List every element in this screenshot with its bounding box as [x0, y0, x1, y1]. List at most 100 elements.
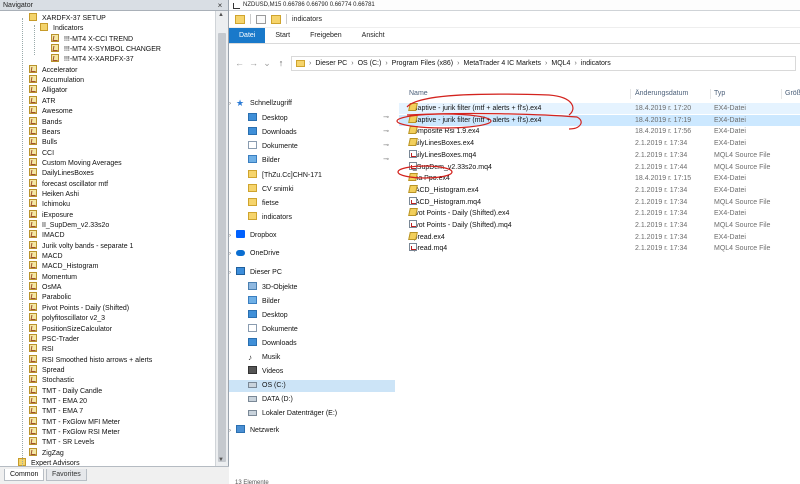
sidebar-item[interactable]: CV snimki	[240, 184, 294, 196]
tree-item[interactable]: PSC-Trader	[29, 333, 79, 344]
tab-common[interactable]: Common	[4, 469, 45, 481]
scroll-up-icon[interactable]: ▲	[218, 12, 224, 18]
tree-item[interactable]: Ichimoku	[29, 199, 70, 209]
tree-item[interactable]: XARDFX-37 SETUP	[29, 13, 106, 23]
sidebar-item[interactable]: fietse	[240, 198, 279, 210]
tree-item[interactable]: DailyLinesBoxes	[29, 168, 94, 178]
scroll-thumb[interactable]	[218, 33, 226, 462]
recent-dropdown-icon[interactable]: ⌄	[263, 58, 271, 69]
file-row[interactable]: DailyLinesBoxes.ex4 2.1.2019 г. 17:34 EX4-…	[399, 138, 800, 149]
sidebar-item[interactable]: Desktop	[240, 310, 288, 322]
tree-item[interactable]: ZigZag	[29, 447, 64, 458]
file-row[interactable]: Adaptive - jurik filter (mtf + alerts + …	[399, 114, 800, 126]
tree-item[interactable]: forecast oscillator mtf	[29, 178, 108, 189]
tree-item[interactable]: RSI Smoothed histo arrows + alerts	[29, 354, 152, 365]
new-folder-icon[interactable]	[271, 14, 281, 24]
breadcrumb-item[interactable]: Program Files (x86)	[392, 60, 453, 67]
breadcrumb-item[interactable]: MQL4	[551, 60, 570, 67]
chevron-right-icon[interactable]: ›	[229, 98, 236, 110]
sidebar-item[interactable]: Dokumente	[240, 141, 298, 153]
file-row[interactable]: Pivot Points - Daily (Shifted).ex4 2.1.20…	[399, 208, 800, 219]
tab-ansicht[interactable]: Ansicht	[352, 28, 395, 43]
tree-item[interactable]: !!!-MT4 X-XARDFX-37	[51, 54, 134, 64]
tree-item[interactable]: OsMA	[29, 282, 61, 292]
sidebar-item[interactable]: 3D-Objekte	[240, 282, 297, 294]
sidebar-item[interactable]: Bilder	[240, 155, 280, 167]
tree-item[interactable]: IMACD	[29, 230, 65, 240]
sidebar-item[interactable]: Downloads	[240, 338, 297, 350]
breadcrumb-item[interactable]: Dieser PC	[315, 60, 347, 67]
tree-item[interactable]: MACD	[29, 251, 63, 261]
tree-item[interactable]: II_SupDem_v2.33s2o	[29, 220, 109, 230]
tree-item[interactable]: Accelerator	[29, 64, 77, 75]
tree-item[interactable]: Momentum	[29, 271, 77, 282]
address-bar[interactable]: › Dieser PC › OS (C:) › Program Files (x86) › M…	[291, 55, 796, 71]
chevron-right-icon[interactable]: ›	[229, 267, 236, 279]
tree-item[interactable]: Custom Moving Averages	[29, 157, 122, 168]
sidebar-item[interactable]: › Dieser PC	[229, 267, 282, 279]
sidebar-item[interactable]: indicators	[240, 212, 292, 224]
chevron-right-icon[interactable]: ›	[229, 248, 236, 260]
file-row[interactable]: II_SupDem_v2.33s2o.mq4 2.1.2019 г. 17:44 M…	[399, 161, 800, 173]
sidebar-item[interactable]: [ThZu.Cc]CHN-171	[240, 170, 322, 182]
sidebar-item[interactable]: Desktop	[240, 113, 288, 125]
tree-item[interactable]: TMT - Daily Candle	[29, 385, 102, 396]
tab-favorites[interactable]: Favorites	[46, 469, 87, 481]
tree-item[interactable]: polyfitoscillator v2_3	[29, 313, 105, 323]
file-row[interactable]: Composite Rsi 1.9.ex4 18.4.2019 г. 17:56 E…	[399, 126, 800, 137]
file-row[interactable]: Spread.ex4 2.1.2019 г. 17:34 EX4-Datei	[399, 231, 800, 243]
tree-item[interactable]: ATR	[29, 95, 55, 106]
pin-icon[interactable]: ⊸	[383, 155, 389, 163]
close-icon[interactable]: ×	[215, 1, 225, 10]
column-name[interactable]: Name	[409, 88, 428, 100]
file-row[interactable]: Adaptive - jurik filter (mtf + alerts + …	[399, 103, 800, 114]
sidebar-item[interactable]: Downloads	[240, 127, 297, 139]
sidebar-item[interactable]: › ★ Schnellzugriff	[229, 98, 292, 110]
tree-item[interactable]: Spread	[29, 364, 65, 375]
sidebar-item[interactable]: Videos	[240, 366, 283, 378]
properties-icon[interactable]	[256, 14, 266, 24]
breadcrumb-separator-icon[interactable]: ›	[457, 60, 459, 67]
tab-datei[interactable]: Datei	[229, 28, 266, 43]
breadcrumb-item[interactable]: OS (C:)	[358, 60, 382, 67]
tree-item[interactable]: !!!-MT4 X-SYMBOL CHANGER	[51, 44, 161, 54]
tree-item[interactable]: TMT - FxGlow RSI Meter	[29, 427, 120, 437]
breadcrumb-separator-icon[interactable]: ›	[385, 60, 387, 67]
tree-item[interactable]: PositionSizeCalculator	[29, 323, 112, 334]
tree-item[interactable]: RSI	[29, 344, 54, 354]
tree-item[interactable]: iExposure	[29, 209, 73, 220]
tree-item[interactable]: Pivot Points - Daily (Shifted)	[29, 302, 129, 313]
column-type[interactable]: Typ	[714, 88, 725, 100]
tree-item[interactable]: Bands	[29, 116, 62, 127]
breadcrumb-item[interactable]: MetaTrader 4 IC Markets	[463, 60, 541, 67]
sidebar-item[interactable]: OS (C:)	[229, 380, 395, 392]
file-row[interactable]: Jma Ppo.ex4 18.4.2019 г. 17:15 EX4-Datei	[399, 173, 800, 184]
scroll-down-icon[interactable]: ▼	[218, 457, 224, 463]
tab-start[interactable]: Start	[265, 28, 300, 43]
file-row[interactable]: MACD_Histogram.ex4 2.1.2019 г. 17:34 EX4-D…	[399, 184, 800, 196]
sidebar-item[interactable]: › Netzwerk	[229, 425, 279, 437]
tree-item[interactable]: MACD_Histogram	[29, 261, 98, 271]
chevron-right-icon[interactable]: ›	[229, 425, 236, 437]
tree-item[interactable]: TMT - SR Levels	[29, 437, 94, 447]
sidebar-item[interactable]: ♪ Musik	[240, 352, 280, 364]
forward-arrow-icon[interactable]: →	[249, 58, 258, 68]
navigator-scrollbar[interactable]: ▲ ▼	[215, 11, 228, 466]
tree-item[interactable]: Parabolic	[29, 292, 71, 302]
tree-item[interactable]: Awesome	[29, 106, 73, 116]
breadcrumb-separator-icon[interactable]: ›	[574, 60, 576, 67]
chevron-right-icon[interactable]: ›	[229, 230, 236, 242]
tree-item[interactable]: Expert Advisors	[18, 458, 80, 466]
tree-item[interactable]: CCI	[29, 147, 54, 158]
column-date[interactable]: Änderungsdatum	[635, 88, 688, 100]
tree-item[interactable]: Jurik volty bands - separate 1	[29, 240, 133, 251]
sidebar-item[interactable]: Dokumente	[240, 324, 298, 336]
sidebar-item[interactable]: Bilder	[240, 296, 280, 308]
file-row[interactable]: Spread.mq4 2.1.2019 г. 17:34 MQL4 Source F…	[399, 243, 800, 254]
tree-item[interactable]: Indicators	[40, 23, 83, 33]
sidebar-item[interactable]: › Dropbox	[229, 230, 276, 242]
tree-item[interactable]: Bulls	[29, 137, 57, 147]
breadcrumb-separator-icon[interactable]: ›	[351, 60, 353, 67]
file-row[interactable]: MACD_Histogram.mq4 2.1.2019 г. 17:34 MQL4 …	[399, 196, 800, 208]
tree-item[interactable]: Accumulation	[29, 75, 84, 85]
